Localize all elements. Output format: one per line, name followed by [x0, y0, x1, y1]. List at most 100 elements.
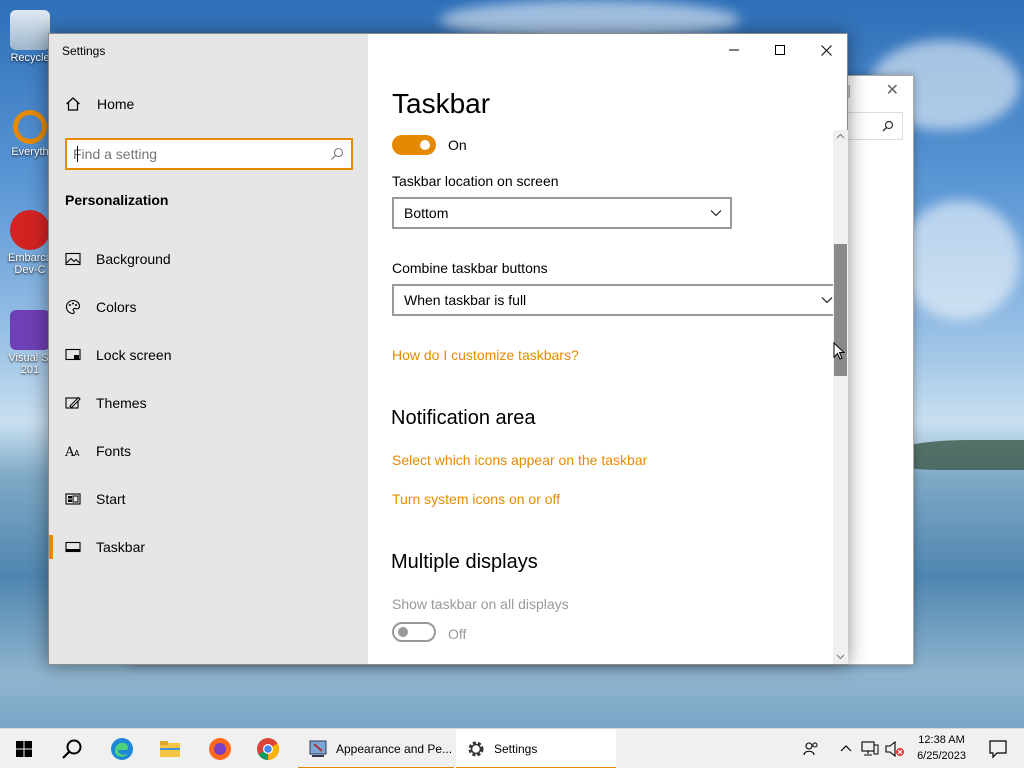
- search-icon: [882, 120, 894, 132]
- recycle-bin-icon: [10, 10, 50, 50]
- search-input[interactable]: [73, 145, 323, 163]
- minimize-icon: [729, 49, 739, 51]
- windows-logo-icon: [16, 741, 32, 757]
- customize-taskbars-link[interactable]: How do I customize taskbars?: [392, 347, 579, 363]
- window-title: Settings: [62, 44, 106, 58]
- fonts-icon: AA: [65, 445, 80, 459]
- folder-icon: [160, 741, 180, 757]
- taskbar-icon: [65, 541, 81, 553]
- people-icon: [803, 742, 818, 756]
- clock-date: 6/25/2023: [917, 750, 966, 762]
- edge-browser-icon: [111, 738, 133, 760]
- sidebar-item-label: Start: [96, 491, 126, 507]
- taskbar-search-button[interactable]: [48, 729, 96, 768]
- gear-icon: [468, 741, 484, 757]
- find-setting-search[interactable]: [65, 138, 353, 170]
- system-clock[interactable]: 12:38 AM 6/25/2023: [917, 732, 966, 764]
- chevron-down-icon: [821, 297, 833, 304]
- close-button[interactable]: [803, 34, 849, 66]
- taskbar-app-label: Settings: [494, 742, 538, 756]
- sidebar-item-colors[interactable]: Colors: [49, 289, 368, 325]
- toggle-state-label: On: [448, 137, 467, 153]
- themes-icon: [65, 396, 81, 409]
- taskbar-chrome-button[interactable]: [244, 729, 292, 768]
- everything-search-icon: [13, 110, 47, 144]
- picture-icon: [65, 252, 81, 266]
- sidebar-item-themes[interactable]: Themes: [49, 385, 368, 421]
- sidebar-item-label: Background: [96, 251, 171, 267]
- sidebar-item-label: Lock screen: [96, 347, 172, 363]
- taskbar-edge-button[interactable]: [98, 729, 146, 768]
- start-button[interactable]: [0, 729, 48, 768]
- settings-window[interactable]: Settings Home Personalization Background…: [48, 33, 848, 665]
- desktop-icon-label: Recycle: [10, 52, 50, 64]
- minimize-button[interactable]: [711, 34, 757, 66]
- control-panel-icon: [309, 740, 327, 757]
- dev-cpp-icon: [10, 210, 50, 250]
- sidebar-item-lock-screen[interactable]: Lock screen: [49, 337, 368, 373]
- clock-time: 12:38 AM: [918, 734, 965, 746]
- sidebar-item-background[interactable]: Background: [49, 241, 368, 277]
- maximize-icon: [775, 45, 785, 55]
- content-scrollbar[interactable]: [833, 130, 848, 664]
- sidebar-item-start[interactable]: Start: [49, 481, 368, 517]
- scroll-up-icon[interactable]: [835, 131, 846, 142]
- system-icons-link[interactable]: Turn system icons on or off: [392, 491, 560, 507]
- text-caret: [77, 146, 78, 162]
- sidebar-item-taskbar[interactable]: Taskbar: [49, 529, 368, 565]
- firefox-icon: [209, 738, 231, 760]
- combine-buttons-dropdown[interactable]: When taskbar is full: [392, 284, 833, 316]
- show-hidden-icons-button[interactable]: [836, 729, 856, 768]
- notification-center-icon[interactable]: [988, 739, 1008, 759]
- settings-sidebar: Settings Home Personalization Background…: [49, 34, 368, 664]
- taskbar-location-dropdown[interactable]: Bottom: [392, 197, 732, 229]
- mouse-cursor-icon: [833, 342, 845, 360]
- chevron-up-icon: [840, 745, 852, 752]
- volume-muted-icon: [885, 741, 904, 757]
- network-button[interactable]: [858, 729, 882, 768]
- people-button[interactable]: [796, 729, 826, 768]
- chevron-down-icon: [710, 210, 722, 217]
- toggle-state-label: Off: [448, 626, 467, 642]
- multiple-displays-heading: Multiple displays: [391, 551, 538, 573]
- lock-screen-icon: [65, 348, 81, 361]
- sidebar-item-label: Taskbar: [96, 539, 146, 555]
- search-icon: [62, 739, 82, 759]
- svg-text:A: A: [74, 449, 80, 458]
- taskbar-firefox-button[interactable]: [196, 729, 244, 768]
- dropdown-value: Bottom: [404, 205, 449, 221]
- taskbar-file-explorer-button[interactable]: [146, 729, 194, 768]
- location-label: Taskbar location on screen: [392, 173, 559, 189]
- network-icon: [861, 741, 879, 756]
- home-nav-item[interactable]: Home: [65, 96, 134, 112]
- scroll-down-icon[interactable]: [835, 651, 846, 662]
- sidebar-item-label: Fonts: [96, 443, 132, 459]
- select-icons-link[interactable]: Select which icons appear on the taskbar: [392, 452, 647, 468]
- combine-label: Combine taskbar buttons: [392, 260, 548, 276]
- search-icon: [331, 147, 344, 160]
- notification-area-heading: Notification area: [391, 407, 536, 429]
- maximize-button[interactable]: [757, 34, 803, 66]
- taskbar-app-appearance[interactable]: Appearance and Pe...: [298, 729, 454, 768]
- cloud-decoration: [900, 200, 1020, 320]
- sidebar-item-label: Themes: [96, 395, 147, 411]
- close-icon: [820, 44, 832, 56]
- show-all-displays-label: Show taskbar on all displays: [392, 596, 569, 612]
- background-window-close-button[interactable]: ✕: [886, 80, 899, 100]
- show-all-displays-toggle[interactable]: [392, 622, 436, 642]
- page-title: Taskbar: [392, 88, 491, 119]
- taskbar-app-label: Appearance and Pe...: [336, 742, 453, 756]
- desktop-icon-label: Visual St 201: [8, 352, 52, 376]
- sidebar-item-fonts[interactable]: AA Fonts: [49, 433, 368, 469]
- taskbar-top-toggle[interactable]: [392, 135, 436, 155]
- chrome-icon: [257, 738, 279, 760]
- desktop-icon-label: Embarca Dev-C: [7, 252, 53, 276]
- settings-content: Taskbar On Taskbar location on screen Bo…: [368, 66, 833, 664]
- start-icon: [65, 493, 81, 505]
- sidebar-item-label: Colors: [96, 299, 137, 315]
- dropdown-value: When taskbar is full: [404, 292, 527, 308]
- visual-studio-icon: [10, 310, 50, 350]
- volume-button[interactable]: [882, 729, 908, 768]
- taskbar-app-settings[interactable]: Settings: [456, 729, 616, 768]
- palette-icon: [65, 299, 81, 315]
